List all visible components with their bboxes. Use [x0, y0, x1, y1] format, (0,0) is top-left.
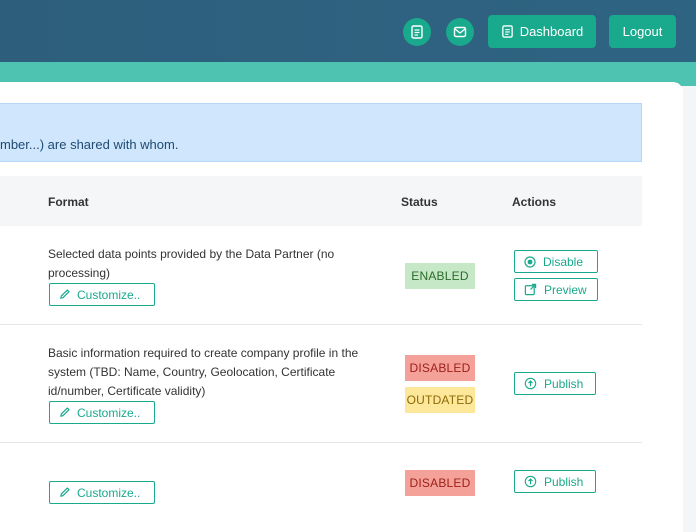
column-header-status: Status [401, 195, 438, 209]
record-icon [524, 255, 536, 268]
table-row: Basic information required to create com… [0, 324, 642, 443]
mail-icon [453, 25, 467, 39]
document-icon [501, 25, 514, 38]
publish-button[interactable]: Publish [514, 470, 596, 493]
customize-label: Customize.. [77, 405, 141, 420]
info-alert-text: mber...) are shared with whom. [0, 137, 179, 152]
format-description: Basic information required to create com… [48, 346, 359, 398]
status-badge: DISABLED [405, 355, 475, 381]
customize-label: Customize.. [77, 287, 141, 302]
customize-button[interactable]: Customize.. [49, 283, 155, 306]
pencil-icon [58, 288, 71, 301]
pencil-icon [58, 406, 71, 419]
customize-button[interactable]: Customize.. [49, 481, 155, 504]
preview-label: Preview [544, 282, 587, 297]
preview-button[interactable]: Preview [514, 278, 598, 301]
publish-label: Publish [544, 474, 584, 489]
dashboard-label: Dashboard [519, 24, 584, 39]
logout-label: Logout [622, 24, 663, 39]
status-badge: DISABLED [405, 470, 475, 496]
publish-button[interactable]: Publish [514, 372, 596, 395]
cloud-upload-icon [524, 475, 537, 488]
column-header-format: Format [48, 195, 89, 209]
table-row: Customize.. DISABLED Publish [0, 442, 642, 522]
disable-label: Disable [543, 254, 584, 269]
table-header: Format Status Actions [0, 176, 642, 226]
dashboard-button[interactable]: Dashboard [488, 15, 596, 48]
disable-button[interactable]: Disable [514, 250, 598, 273]
pencil-icon [58, 486, 71, 499]
external-link-icon [524, 283, 537, 296]
format-description: Selected data points provided by the Dat… [48, 247, 335, 280]
cloud-upload-icon [524, 377, 537, 390]
column-header-actions: Actions [512, 195, 557, 209]
top-navbar: Dashboard Logout [0, 0, 696, 62]
publish-label: Publish [544, 376, 584, 391]
notes-button[interactable] [403, 18, 431, 46]
document-icon [410, 25, 424, 39]
status-badge: OUTDATED [405, 387, 475, 413]
status-badge: ENABLED [405, 263, 475, 289]
customize-label: Customize.. [77, 485, 141, 500]
messages-button[interactable] [446, 18, 474, 46]
info-alert: mber...) are shared with whom. [0, 103, 642, 162]
customize-button[interactable]: Customize.. [49, 401, 155, 424]
table-row: Selected data points provided by the Dat… [0, 226, 642, 325]
logout-button[interactable]: Logout [609, 15, 676, 48]
